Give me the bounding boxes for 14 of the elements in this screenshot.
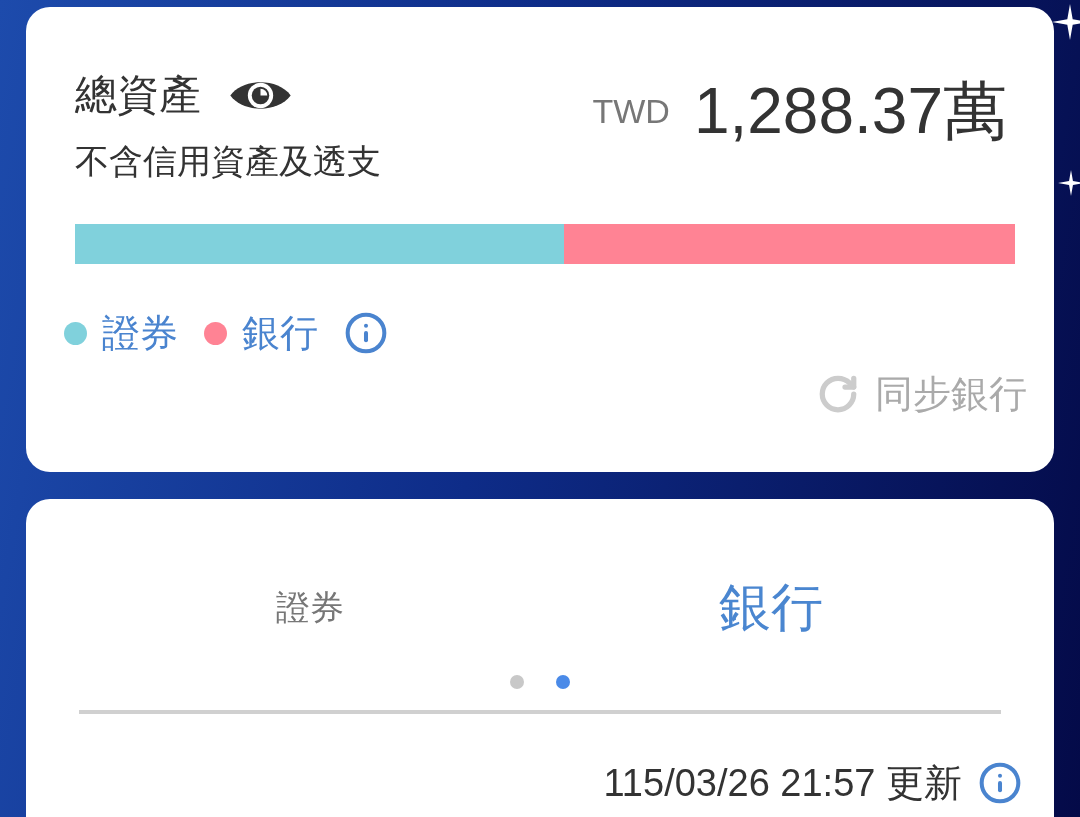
- exclusion-note: 不含信用資產及透支: [75, 144, 381, 178]
- total-assets-title: 總資產: [75, 74, 201, 116]
- sparkle-icon: [1052, 4, 1080, 40]
- refresh-icon: [817, 373, 859, 415]
- account-tab[interactable]: 銀行: [540, 561, 1001, 653]
- sync-bank-button[interactable]: 同步銀行: [817, 373, 1027, 415]
- total-amount: 1,288.37萬: [693, 79, 1007, 143]
- info-icon[interactable]: [978, 761, 1022, 805]
- legend-label: 證券: [102, 314, 178, 352]
- legend-label: 銀行: [242, 314, 318, 352]
- info-icon[interactable]: [344, 311, 388, 355]
- account-tab[interactable]: 證券: [79, 561, 540, 653]
- currency-label: TWD: [592, 94, 670, 128]
- update-time: 115/03/26 21:57 更新: [603, 764, 962, 802]
